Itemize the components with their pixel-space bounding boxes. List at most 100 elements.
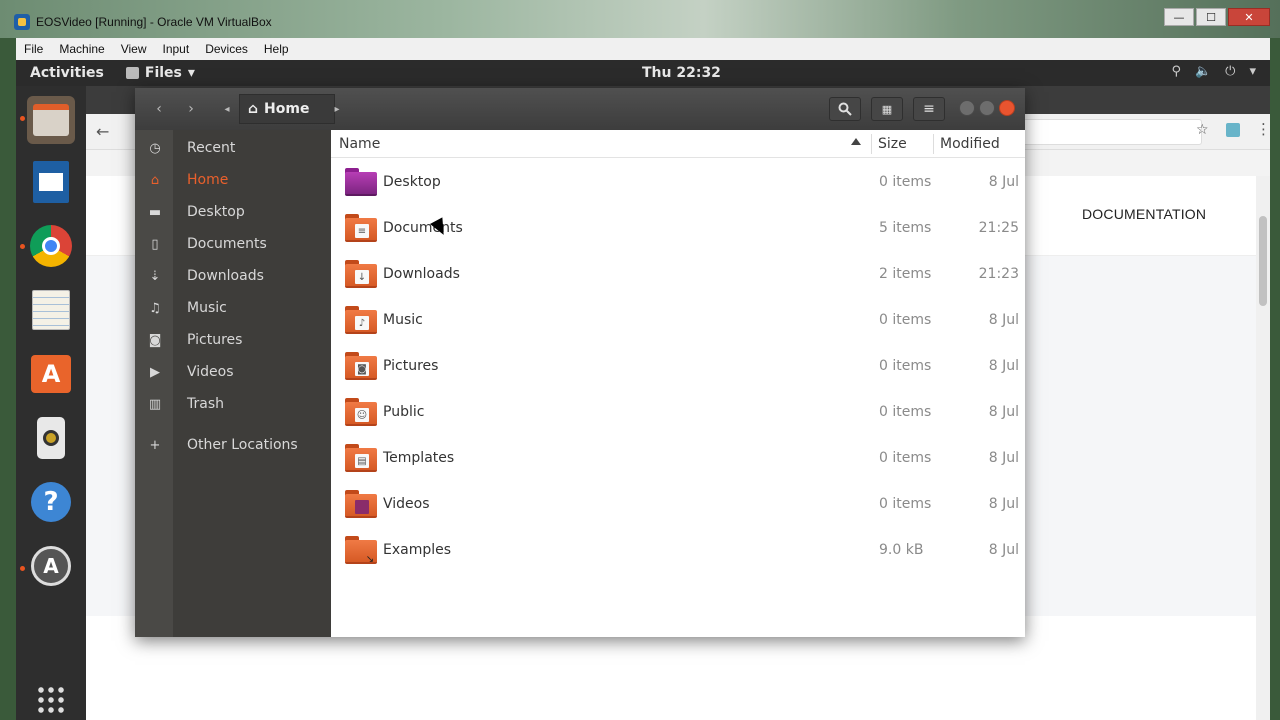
menu-help[interactable]: Help: [256, 42, 297, 56]
documentation-link[interactable]: DOCUMENTATION: [1082, 206, 1206, 222]
documents-folder-icon: ≡: [345, 214, 377, 242]
file-list-view: Name Size Modified Desktop 0 items 8 Jul…: [331, 130, 1025, 637]
search-icon: [838, 102, 852, 116]
column-separator: [933, 134, 934, 154]
extension-icon[interactable]: [1226, 123, 1240, 137]
column-size[interactable]: Size: [878, 136, 907, 152]
virtualbox-logo-icon: [14, 14, 30, 30]
file-row-desktop[interactable]: Desktop 0 items 8 Jul: [331, 160, 1025, 206]
libreoffice-writer-icon[interactable]: [27, 158, 75, 206]
sidebar-item-other-locations[interactable]: + Other Locations: [135, 431, 331, 459]
sidebar-item-pictures[interactable]: ◙ Pictures: [135, 326, 331, 354]
scrollbar-thumb[interactable]: [1259, 216, 1267, 306]
virtualbox-title: EOSVideo [Running] - Oracle VM VirtualBo…: [0, 8, 1280, 36]
window-minimize-button[interactable]: [959, 100, 975, 116]
view-toggle-button[interactable]: ▦: [871, 97, 903, 121]
sidebar-item-music[interactable]: ♫ Music: [135, 294, 331, 322]
file-modified: 8 Jul: [988, 450, 1019, 466]
back-arrow-icon[interactable]: ←: [96, 122, 109, 141]
chevron-down-icon: ▾: [1249, 64, 1256, 79]
menu-file[interactable]: File: [16, 42, 51, 56]
path-left-arrow-icon[interactable]: ◂: [221, 97, 233, 121]
templates-folder-icon: ▤: [345, 444, 377, 472]
menu-devices[interactable]: Devices: [197, 42, 256, 56]
forward-button[interactable]: ›: [183, 97, 199, 121]
window-close-button[interactable]: [999, 100, 1015, 116]
rhythmbox-icon[interactable]: [27, 414, 75, 462]
file-row-examples[interactable]: ↘ Examples 9.0 kB 8 Jul: [331, 528, 1025, 574]
file-row-music[interactable]: ♪ Music 0 items 8 Jul: [331, 298, 1025, 344]
sidebar-item-trash[interactable]: ▥ Trash: [135, 390, 331, 418]
sidebar-item-label: Other Locations: [187, 437, 298, 453]
hamburger-icon: ≡: [923, 101, 935, 117]
file-size: 2 items: [879, 266, 932, 282]
sidebar-item-label: Pictures: [187, 332, 243, 348]
column-name[interactable]: Name: [339, 136, 380, 152]
file-row-templates[interactable]: ▤ Templates 0 items 8 Jul: [331, 436, 1025, 482]
software-updater-icon[interactable]: A: [27, 542, 75, 590]
files-app-icon: [125, 67, 139, 79]
sidebar-item-videos[interactable]: ▶ Videos: [135, 358, 331, 386]
text-editor-icon[interactable]: [27, 286, 75, 334]
places-sidebar: ◷ Recent ⌂ Home ▬ Desktop ▯ Documents ⇣ …: [135, 130, 331, 637]
question-mark-icon: ?: [31, 482, 71, 522]
download-icon: ⇣: [149, 268, 161, 284]
back-button[interactable]: ‹: [151, 97, 167, 121]
file-name: Examples: [383, 542, 452, 558]
window-maximize-button[interactable]: [979, 100, 995, 116]
sidebar-item-documents[interactable]: ▯ Documents: [135, 230, 331, 258]
camera-icon: ◙: [148, 332, 162, 348]
sidebar-item-downloads[interactable]: ⇣ Downloads: [135, 262, 331, 290]
show-applications-button[interactable]: [27, 676, 75, 720]
file-row-public[interactable]: ☺ Public 0 items 8 Jul: [331, 390, 1025, 436]
help-app-icon[interactable]: ?: [27, 478, 75, 526]
file-size: 0 items: [879, 404, 932, 420]
clock[interactable]: Thu 22:32: [642, 65, 721, 81]
sidebar-item-label: Downloads: [187, 268, 264, 284]
minimize-button[interactable]: —: [1164, 8, 1194, 26]
file-row-videos[interactable]: Videos 0 items 8 Jul: [331, 482, 1025, 528]
column-modified[interactable]: Modified: [940, 136, 1000, 152]
chrome-icon[interactable]: [27, 222, 75, 270]
speaker-cone-icon: [43, 430, 59, 446]
app-menu-files[interactable]: Files ▾: [125, 65, 195, 81]
activities-button[interactable]: Activities: [30, 65, 104, 81]
file-modified: 8 Jul: [988, 496, 1019, 512]
menu-machine[interactable]: Machine: [51, 42, 112, 56]
chevron-down-icon: ▾: [187, 65, 195, 81]
files-app-icon[interactable]: [27, 96, 75, 144]
file-modified: 8 Jul: [988, 358, 1019, 374]
software-center-icon[interactable]: A: [27, 350, 75, 398]
search-button[interactable]: [829, 97, 861, 121]
menu-button[interactable]: ≡: [913, 97, 945, 121]
menu-input[interactable]: Input: [155, 42, 198, 56]
volume-icon: 🔈: [1194, 64, 1212, 79]
path-bar-home[interactable]: ⌂ Home: [239, 94, 335, 124]
sidebar-item-recent[interactable]: ◷ Recent: [135, 134, 331, 162]
close-button[interactable]: ✕: [1228, 8, 1270, 26]
sidebar-item-label: Documents: [187, 236, 267, 252]
system-tray[interactable]: ⚲ 🔈 ⏻ ▾: [1171, 64, 1256, 79]
document-icon: ▯: [151, 236, 159, 252]
sidebar-item-home[interactable]: ⌂ Home: [135, 166, 331, 194]
file-size: 0 items: [879, 496, 932, 512]
files-window: ‹ › ◂ ⌂ Home ▸ ▦ ≡ ◷ Recent ⌂ Home ▬ Des…: [135, 88, 1025, 637]
browser-scrollbar[interactable]: [1256, 176, 1270, 720]
kebab-menu-icon[interactable]: ⋮: [1256, 120, 1270, 138]
sidebar-item-desktop[interactable]: ▬ Desktop: [135, 198, 331, 226]
path-right-arrow-icon[interactable]: ▸: [331, 97, 343, 121]
videos-folder-icon: [345, 490, 377, 518]
file-size: 0 items: [879, 358, 932, 374]
writer-page-shape: [39, 173, 63, 191]
file-size: 5 items: [879, 220, 932, 236]
window-title: EOSVideo [Running] - Oracle VM VirtualBo…: [36, 15, 272, 29]
star-icon[interactable]: ☆: [1196, 122, 1209, 138]
menu-view[interactable]: View: [113, 42, 155, 56]
folder-icon: ▬: [148, 204, 162, 220]
file-row-pictures[interactable]: ◙ Pictures 0 items 8 Jul: [331, 344, 1025, 390]
folder-body-shape: [345, 172, 377, 196]
video-icon: ▶: [150, 364, 160, 380]
maximize-button[interactable]: ☐: [1196, 8, 1226, 26]
file-row-downloads[interactable]: ↓ Downloads 2 items 21:23: [331, 252, 1025, 298]
music-icon: ♫: [149, 300, 161, 316]
